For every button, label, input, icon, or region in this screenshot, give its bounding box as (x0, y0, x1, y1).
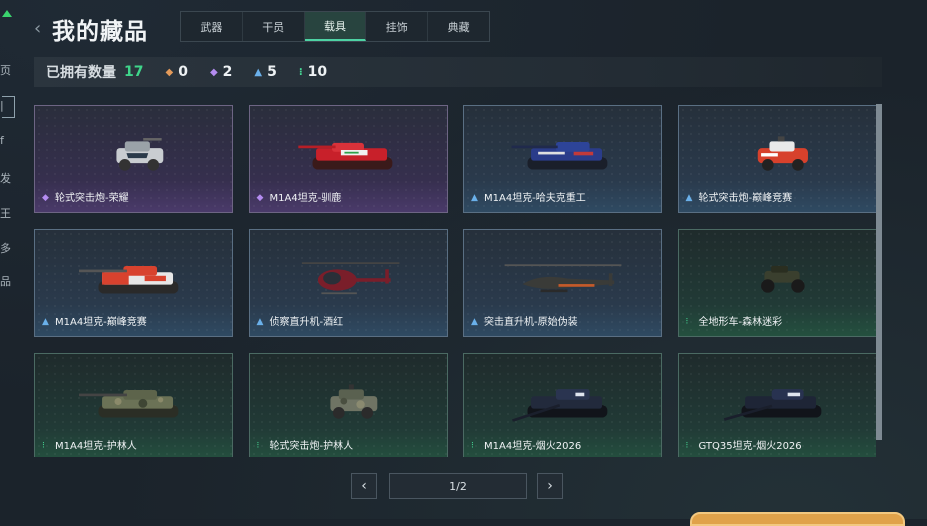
vehicle-name: M1A4坦克-烟火2026 (484, 441, 582, 452)
vehicle-image-tank-dark2 (723, 389, 822, 421)
vehicle-card[interactable]: ⁝ GTQ35坦克-烟火2026 (677, 353, 876, 457)
vehicle-name: 突击直升机-原始伪装 (484, 317, 578, 328)
left-nav-item[interactable]: | (0, 99, 14, 112)
vehicle-name: GTQ35坦克-烟火2026 (698, 441, 802, 452)
blue-rarity-icon: ▲ (42, 317, 49, 327)
left-nav-item[interactable]: 发 (0, 170, 14, 186)
rarity-count-value: 10 (307, 64, 328, 80)
bottom-action-button-edge[interactable] (690, 512, 905, 526)
green-rarity-icon: ⁝ (42, 441, 45, 451)
tab-weapons[interactable]: 武器 (181, 12, 243, 41)
vehicle-image-heli-attack (504, 264, 621, 293)
vehicle-image-tank-red (298, 142, 393, 170)
page-indicator: 1/2 (389, 473, 527, 499)
up-arrow-icon[interactable] (2, 10, 12, 17)
rarity-count-blue: ▲ 5 (254, 64, 276, 80)
orange-diamond-icon: ◆ (165, 66, 174, 78)
rarity-count-value: 2 (222, 64, 233, 80)
vehicle-card[interactable]: ◆ M1A4坦克-驯鹿 (248, 105, 448, 213)
vehicle-grid: ◆ 轮式突击炮-荣耀 ◆ M1A4坦克-驯鹿 ▲ M1A4坦克-哈夫克重工 ▲ 轮式突击炮-巅… (34, 105, 876, 457)
tab-vehicles[interactable]: 载具 (304, 12, 367, 41)
left-nav-item[interactable]: 品 (0, 273, 14, 289)
left-nav-item[interactable]: 多 (0, 240, 14, 256)
tab-charms[interactable]: 挂饰 (366, 12, 429, 41)
vehicle-image-armored-car (115, 138, 163, 171)
vehicle-image-tank-blue (511, 142, 607, 170)
next-page-button[interactable]: › (537, 473, 563, 499)
left-nav-item[interactable]: 页 (0, 62, 14, 78)
page-title: 我的藏品 (52, 19, 148, 45)
vehicle-card[interactable]: ⁝ 全地形车-森林迷彩 (677, 229, 876, 337)
vehicle-image-heli-small (301, 262, 400, 295)
vehicle-image-tank-dark (511, 389, 607, 422)
vehicle-image-atv (761, 265, 805, 293)
vehicle-card[interactable]: ⁝ M1A4坦克-护林人 (34, 353, 233, 457)
rarity-count-green: ⁝ 10 (299, 64, 327, 80)
blue-rarity-icon: ▲ (471, 193, 478, 203)
tab-operators[interactable]: 干员 (243, 12, 305, 41)
vehicle-name: M1A4坦克-哈夫克重工 (484, 193, 586, 204)
rarity-count-value: 5 (267, 64, 277, 80)
category-tabs: 武器 干员 载具 挂饰 典藏 (180, 11, 490, 42)
vehicle-card[interactable]: ▲ 轮式突击炮-巅峰竞赛 (677, 105, 876, 213)
green-rarity-icon: ⁝ (471, 441, 474, 451)
vehicle-image-armored-car-red (757, 136, 808, 171)
vehicle-card[interactable]: ▲ M1A4坦克-哈夫克重工 (463, 105, 662, 213)
left-nav-item[interactable]: f (0, 134, 14, 147)
vehicle-name: 轮式突击炮-巅峰竞赛 (698, 193, 793, 204)
vehicle-name: 全地形车-森林迷彩 (698, 317, 783, 328)
scrollbar-thumb[interactable] (876, 104, 882, 440)
owned-count-value: 17 (124, 64, 144, 80)
vehicle-name: 轮式突击炮-护林人 (269, 441, 354, 452)
vehicle-image-tank-redwhite (78, 266, 178, 294)
vehicle-name: M1A4坦克-巅峰竞赛 (55, 317, 147, 328)
vehicle-name: 轮式突击炮-荣耀 (55, 193, 129, 204)
blue-chevron-icon: ▲ (254, 66, 263, 78)
purple-rarity-icon: ◆ (42, 193, 49, 203)
vehicle-card[interactable]: ◆ 轮式突击炮-荣耀 (34, 105, 233, 213)
vehicle-image-tank-camo (78, 390, 178, 418)
blue-rarity-icon: ▲ (256, 317, 264, 327)
back-icon[interactable]: ‹ (34, 18, 41, 39)
purple-diamond-icon: ◆ (209, 66, 218, 78)
rarity-count-purple: ◆ 2 (210, 64, 232, 80)
left-nav-item[interactable]: 王 (0, 205, 14, 221)
tab-collection[interactable]: 典藏 (428, 12, 489, 41)
vehicle-name: M1A4坦克-护林人 (55, 441, 137, 452)
left-nav-strip: 页 | f 发 王 多 品 (0, 0, 18, 519)
green-dots-icon: ⁝ (298, 66, 303, 78)
blue-rarity-icon: ▲ (471, 317, 478, 327)
vehicle-image-armored-car-camo (330, 384, 378, 419)
vehicle-name: 侦察直升机-酒红 (269, 317, 344, 328)
prev-page-button[interactable]: ‹ (351, 473, 377, 499)
rarity-count-value: 0 (178, 64, 188, 80)
rarity-count-orange: ◆ 0 (165, 64, 187, 80)
green-rarity-icon: ⁝ (256, 441, 260, 451)
vehicle-card[interactable]: ▲ 侦察直升机-酒红 (248, 229, 448, 337)
green-rarity-icon: ⁝ (685, 441, 689, 451)
owned-count-label: 已拥有数量 (46, 65, 116, 81)
green-rarity-icon: ⁝ (685, 317, 689, 327)
vehicle-name: M1A4坦克-驯鹿 (269, 193, 342, 204)
ownership-stats-bar: 已拥有数量 17 ◆ 0 ◆ 2 ▲ 5 ⁝ 10 (34, 57, 882, 87)
grid-scrollbar[interactable] (876, 104, 882, 440)
blue-rarity-icon: ▲ (685, 193, 693, 203)
purple-rarity-icon: ◆ (256, 193, 264, 203)
vehicle-card[interactable]: ⁝ 轮式突击炮-护林人 (248, 353, 448, 457)
vehicle-card[interactable]: ▲ 突击直升机-原始伪装 (463, 229, 662, 337)
vehicle-card[interactable]: ⁝ M1A4坦克-烟火2026 (463, 353, 662, 457)
vehicle-card[interactable]: ▲ M1A4坦克-巅峰竞赛 (34, 229, 233, 337)
